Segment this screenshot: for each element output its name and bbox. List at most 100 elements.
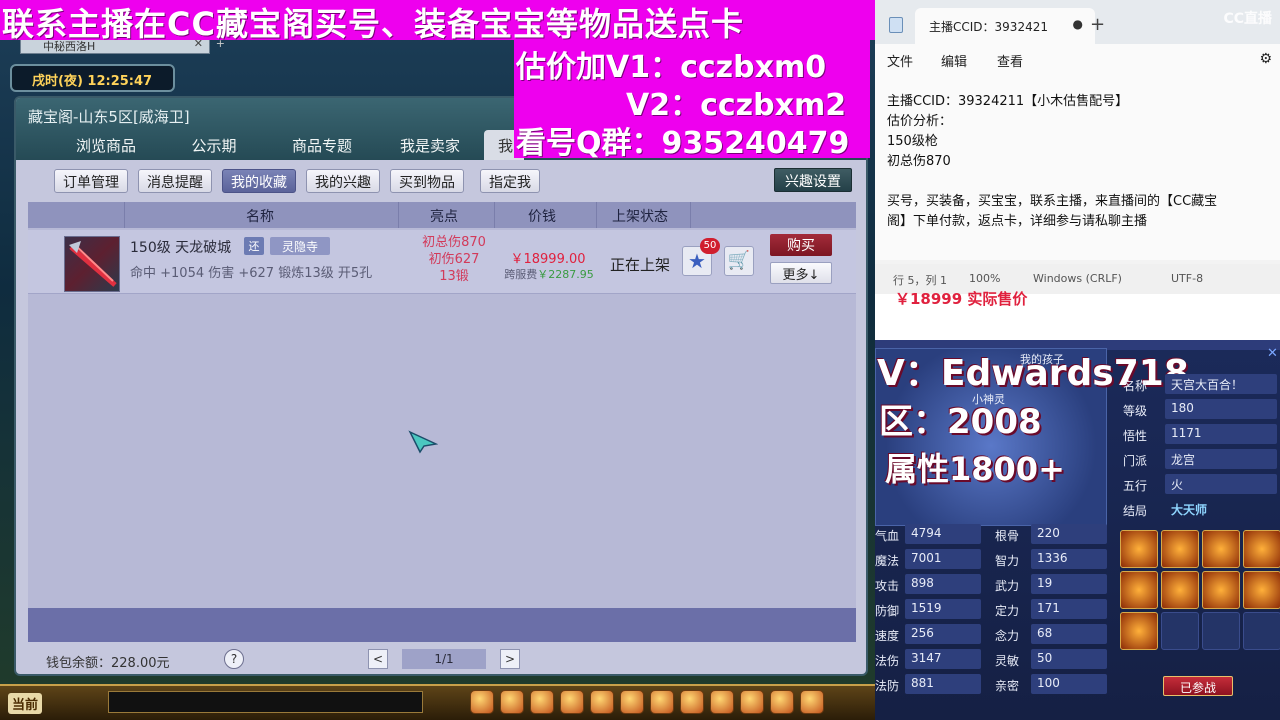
info-value: 天宫大百合！ <box>1165 374 1277 394</box>
cross-server-fee: 跨服费￥2287.95 <box>494 266 604 282</box>
stat-label: 防御 <box>875 604 900 618</box>
skill-icon[interactable] <box>1120 571 1158 609</box>
next-page-button[interactable]: > <box>500 649 520 669</box>
game-function-icon[interactable] <box>470 690 494 714</box>
assigned-button[interactable]: 指定我 <box>480 169 540 193</box>
chat-input[interactable] <box>108 691 423 713</box>
menu-edit[interactable]: 编辑 <box>941 51 967 70</box>
info-value: 大天师 <box>1171 503 1208 517</box>
contact-qq-group: 看号Q群：935240479 <box>516 126 850 161</box>
notepad-text[interactable]: 主播CCID：39324211【小木估售配号】 估价分析： 150级枪 初总伤8… <box>875 76 1280 260</box>
interest-settings-button[interactable]: 兴趣设置 <box>774 168 852 192</box>
notepad-menubar: 文件 编辑 查看 ⚙ <box>875 44 1280 76</box>
game-function-icon[interactable] <box>710 690 734 714</box>
unsaved-dot-icon[interactable]: ● <box>1073 17 1083 31</box>
in-battle-button[interactable]: 已参战 <box>1163 676 1233 696</box>
skill-icon[interactable] <box>1120 530 1158 568</box>
skill-icon[interactable] <box>1202 571 1240 609</box>
cbg-title: 藏宝阁-山东5区[威海卫] <box>28 108 190 126</box>
skill-icon[interactable] <box>1120 612 1158 650</box>
table-row[interactable]: 150级 天龙破城 还 灵隐寺 命中 +1054 伤害 +627 锻炼13级 开… <box>28 230 856 294</box>
notepad-window: 主播CCID：3932421 ● + CC直播 文件 编辑 查看 ⚙ 主播CCI… <box>875 0 1280 340</box>
listing-status: 正在上架 <box>610 256 671 274</box>
buy-button[interactable]: 购买 <box>770 234 832 256</box>
highlight-line: 初总伤870 <box>422 235 486 250</box>
close-icon[interactable]: ✕ <box>1267 346 1280 361</box>
weapon-thumbnail[interactable] <box>64 236 120 292</box>
skill-icon[interactable] <box>1161 530 1199 568</box>
info-label: 等级 <box>1123 404 1148 418</box>
stat-label: 武力 <box>995 579 1020 593</box>
stat-value: 1336 <box>1031 549 1107 569</box>
zoom-level: 100% <box>969 272 1001 285</box>
fee-value: ￥2287.95 <box>537 268 594 281</box>
game-function-icon[interactable] <box>530 690 554 714</box>
stat-label: 法防 <box>875 679 900 693</box>
notepad-tab-title: 主播CCID：3932421 <box>929 20 1048 34</box>
game-function-icon[interactable] <box>740 690 764 714</box>
stat-label: 亲密 <box>995 679 1020 693</box>
game-function-icon[interactable] <box>650 690 674 714</box>
stat-label: 定力 <box>995 604 1020 618</box>
game-bottom-bar: 当前 <box>0 684 875 720</box>
fee-label: 跨服费 <box>504 268 538 281</box>
cart-icon[interactable]: 🛒 <box>724 246 754 276</box>
encoding: UTF-8 <box>1171 272 1204 285</box>
tab-seller[interactable]: 我是卖家 <box>376 130 484 160</box>
banner-title: 联系主播在CC藏宝阁买号、装备宝宝等物品送点卡 <box>2 5 744 43</box>
text-line: 阁】下单付款，返点卡，详细参与请私聊主播 <box>887 214 1148 229</box>
game-function-icon[interactable] <box>590 690 614 714</box>
stat-value: 881 <box>905 674 981 694</box>
col-status: 上架状态 <box>612 209 668 225</box>
more-button[interactable]: 更多↓ <box>770 262 832 284</box>
stat-value: 898 <box>905 574 981 594</box>
interests-button[interactable]: 我的兴趣 <box>306 169 380 193</box>
stat-value: 7001 <box>905 549 981 569</box>
notepad-tab[interactable]: 主播CCID：3932421 ● <box>915 8 1095 44</box>
messages-button[interactable]: 消息提醒 <box>138 169 212 193</box>
stat-value: 171 <box>1031 599 1107 619</box>
game-function-icon[interactable] <box>620 690 644 714</box>
highlights: 初总伤870 初伤627 13锻 <box>414 234 494 285</box>
text-line <box>887 172 1268 192</box>
tab-browse[interactable]: 浏览商品 <box>52 130 160 160</box>
help-icon[interactable]: ? <box>224 649 244 669</box>
game-function-icon[interactable] <box>560 690 584 714</box>
item-description: 命中 +1054 伤害 +627 锻炼13级 开5孔 <box>130 266 373 281</box>
empty-skill-slot <box>1243 612 1280 650</box>
skill-icon[interactable] <box>1161 571 1199 609</box>
cc-watermark: CC直播 <box>1223 11 1272 27</box>
wallet-balance: 钱包余额：228.00元 <box>46 656 170 671</box>
col-name: 名称 <box>246 209 274 225</box>
game-function-icon[interactable] <box>770 690 794 714</box>
skill-icon[interactable] <box>1202 530 1240 568</box>
table-header: 名称 亮点 价钱 上架状态 <box>28 202 856 228</box>
favorites-button[interactable]: 我的收藏 <box>222 169 296 193</box>
text-line: 买号，买装备，买宝宝，联系主播，来直播间的【CC藏宝 <box>887 194 1218 209</box>
stat-value: 256 <box>905 624 981 644</box>
tab-topics[interactable]: 商品专题 <box>268 130 376 160</box>
orders-button[interactable]: 订单管理 <box>54 169 128 193</box>
game-function-icon[interactable] <box>500 690 524 714</box>
new-tab-button[interactable]: + <box>1090 14 1105 35</box>
text-line: 估价分析： <box>887 114 953 129</box>
channel-button[interactable]: 当前 <box>8 693 43 714</box>
tab-public[interactable]: 公示期 <box>160 130 268 160</box>
stat-label: 气血 <box>875 529 900 543</box>
stat-value: 19 <box>1031 574 1107 594</box>
skill-icon[interactable] <box>1243 530 1280 568</box>
skill-icon[interactable] <box>1243 571 1280 609</box>
game-function-icon[interactable] <box>800 690 824 714</box>
menu-view[interactable]: 查看 <box>997 51 1023 70</box>
prev-page-button[interactable]: < <box>368 649 388 669</box>
item-name[interactable]: 150级 天龙破城 <box>130 237 231 257</box>
character-panel: ✕ 我的孩子 小神灵 V：Edwards718 区：2008 属性1800+ 名… <box>875 340 1280 720</box>
menu-file[interactable]: 文件 <box>887 51 913 70</box>
game-function-icon[interactable] <box>680 690 704 714</box>
favorite-count-badge: 50 <box>700 238 720 254</box>
settings-gear-icon[interactable]: ⚙ <box>1259 51 1272 67</box>
empty-skill-slot <box>1161 612 1199 650</box>
promo-contact-box: 估价加V1：cczbxm0 V2：cczbxm2 看号Q群：935240479 <box>514 40 870 161</box>
purchased-button[interactable]: 买到物品 <box>390 169 464 193</box>
stat-value: 50 <box>1031 649 1107 669</box>
